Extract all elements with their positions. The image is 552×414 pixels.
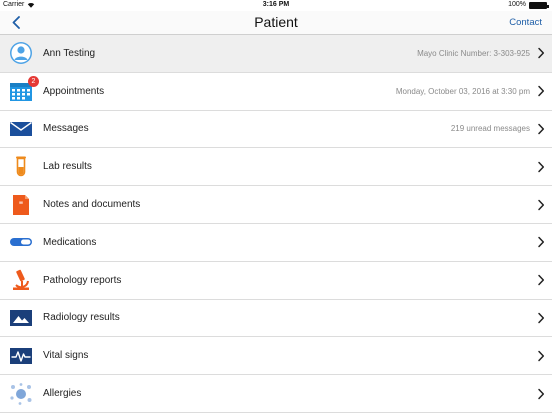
row-label: Radiology results <box>43 312 120 324</box>
row-label: Appointments <box>43 85 105 97</box>
row-detail: 219 unread messages <box>450 124 530 134</box>
row-radiology-results[interactable]: Radiology results <box>0 299 552 338</box>
row-label: Medications <box>43 236 97 248</box>
test-tube-icon <box>9 155 33 179</box>
notification-badge: 2 <box>28 75 39 87</box>
patient-menu-list: Ann Testing Mayo Clinic Number: 3-303-92… <box>0 35 552 413</box>
chevron-right-icon <box>538 312 545 324</box>
battery-icon <box>529 2 549 9</box>
row-label: Messages <box>43 123 89 135</box>
chevron-right-icon <box>538 350 545 362</box>
chevron-right-icon <box>538 388 545 399</box>
row-appointments[interactable]: 2 Appointments Monday, October 03, 2016 … <box>0 72 552 111</box>
svg-text:": " <box>19 200 23 210</box>
document-icon: " <box>9 193 33 217</box>
row-patient-profile[interactable]: Ann Testing Mayo Clinic Number: 3-303-92… <box>0 35 552 73</box>
status-time: 3:16 PM <box>262 1 290 8</box>
row-medications[interactable]: Medications <box>0 223 552 262</box>
chevron-right-icon <box>538 85 545 97</box>
microscope-icon <box>9 268 33 292</box>
back-button[interactable] <box>8 13 24 31</box>
chevron-right-icon <box>538 274 545 286</box>
battery-percent: 100% <box>508 1 526 8</box>
chevron-right-icon <box>538 123 545 135</box>
row-lab-results[interactable]: Lab results <box>0 148 552 187</box>
chevron-right-icon <box>538 48 545 59</box>
heartbeat-icon <box>9 344 33 368</box>
image-icon <box>9 306 33 330</box>
navigation-bar: Patient Contact <box>0 11 552 35</box>
allergen-icon <box>9 382 33 406</box>
row-label: Notes and documents <box>43 199 141 211</box>
row-label: Ann Testing <box>43 47 96 59</box>
row-label: Pathology reports <box>43 274 122 286</box>
row-pathology-reports[interactable]: Pathology reports <box>0 261 552 300</box>
row-messages[interactable]: Messages 219 unread messages <box>0 110 552 149</box>
chevron-left-icon <box>12 15 20 29</box>
row-vital-signs[interactable]: Vital signs <box>0 337 552 376</box>
row-label: Lab results <box>43 161 92 173</box>
row-notes-documents[interactable]: " Notes and documents <box>0 186 552 224</box>
row-detail: Mayo Clinic Number: 3-303-925 <box>417 48 530 58</box>
status-bar: Carrier 3:16 PM 100% <box>0 0 552 11</box>
chevron-right-icon <box>538 237 545 248</box>
page-title: Patient <box>254 14 298 30</box>
row-label: Vital signs <box>43 350 89 362</box>
pill-icon <box>9 230 33 254</box>
row-detail: Monday, October 03, 2016 at 3:30 pm <box>395 86 530 96</box>
row-allergies[interactable]: Allergies <box>0 375 552 413</box>
contact-button[interactable]: Contact <box>509 17 542 28</box>
envelope-icon <box>9 117 33 141</box>
chevron-right-icon <box>538 199 545 210</box>
row-label: Allergies <box>43 388 82 400</box>
person-icon <box>9 41 33 65</box>
chevron-right-icon <box>538 161 545 173</box>
